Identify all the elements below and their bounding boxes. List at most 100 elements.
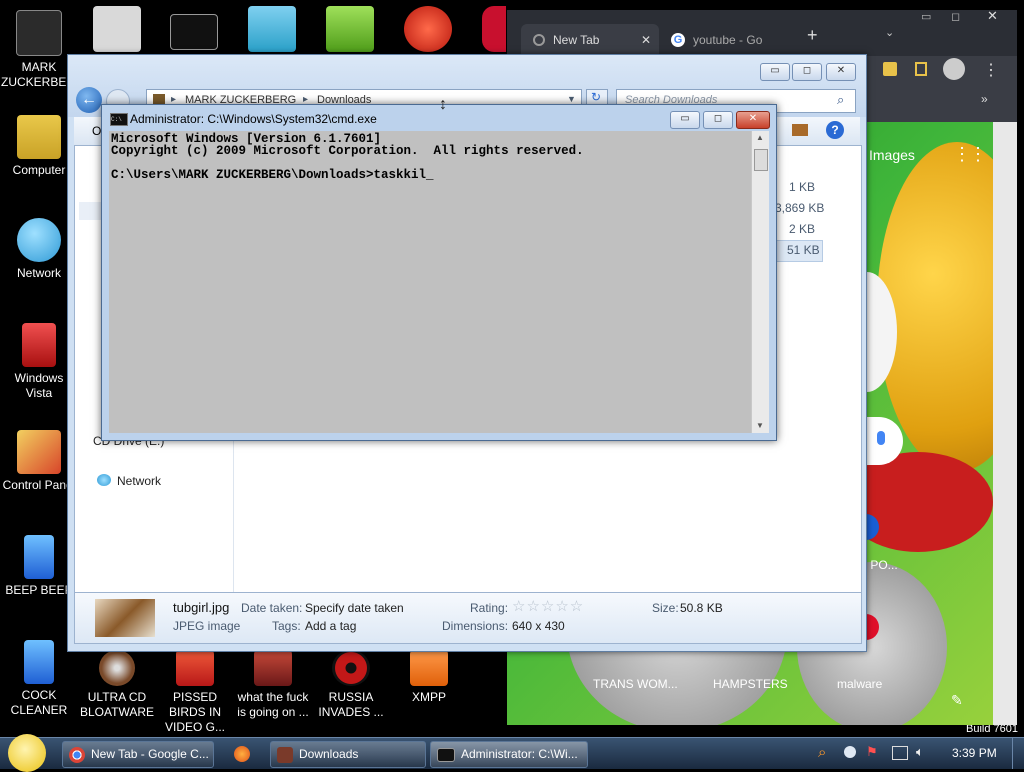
desktop-icon-xmpp[interactable]: XMPP: [391, 650, 467, 705]
console-output[interactable]: Microsoft Windows [Version 6.1.7601] Copy…: [109, 131, 751, 433]
tab-title: youtube - Go: [693, 33, 763, 47]
burning-software-icon[interactable]: [248, 6, 296, 52]
chevron-down-icon[interactable]: ▼: [567, 94, 576, 104]
desktop-icon-network[interactable]: Network: [1, 218, 77, 281]
network-tray-icon[interactable]: [892, 746, 908, 760]
desktop-icon-control-panel[interactable]: Control Panel: [1, 430, 77, 493]
chrome-icon: [69, 746, 85, 763]
desktop-icon-label: XMPP: [411, 690, 446, 704]
desktop-icon-label: Network: [16, 266, 61, 280]
volume-icon[interactable]: 🔈︎: [916, 744, 924, 760]
taskbar-firefox-button[interactable]: [222, 741, 262, 766]
scroll-down-icon[interactable]: ▼: [756, 421, 764, 430]
p-app-icon[interactable]: [404, 6, 452, 52]
images-link[interactable]: Images: [869, 147, 915, 163]
shortcut-malware[interactable]: malware: [837, 677, 882, 691]
date-taken-label: Date taken:: [241, 601, 303, 615]
profile-avatar-icon[interactable]: [943, 58, 965, 80]
taskbar-explorer-button[interactable]: Downloads: [270, 741, 426, 768]
desktop-icon-ultra-cd[interactable]: ULTRA CD BLOATWARE: [79, 650, 155, 720]
minimize-button[interactable]: ▭: [670, 111, 700, 129]
preview-pane-icon[interactable]: [792, 124, 808, 136]
search-icon[interactable]: ⌕: [818, 744, 826, 761]
blue-app-icon: [24, 535, 54, 579]
help-icon[interactable]: ?: [826, 121, 844, 139]
network-icon: [97, 474, 111, 486]
microphone-icon[interactable]: [877, 431, 885, 445]
cmd-scrollbar[interactable]: ▲ ▼: [751, 131, 769, 433]
chevron-down-icon[interactable]: ⌄: [885, 26, 894, 39]
reading-list-icon[interactable]: [915, 62, 927, 76]
desktop-icon-cock-cleaner[interactable]: COCK CLEANER: [1, 640, 77, 718]
minimize-icon[interactable]: ▭: [921, 10, 931, 23]
file-type: JPEG image: [173, 619, 241, 633]
desktop-icon-computer[interactable]: Computer: [1, 115, 77, 178]
desktop-icon-mark-zuckerberg[interactable]: MARK ZUCKERBERG: [1, 10, 84, 90]
cmd-icon: [437, 747, 455, 762]
tray-icon[interactable]: [844, 746, 856, 758]
desktop-icon-label: BEEP BEEP: [5, 583, 73, 597]
file-size: 51 KB: [787, 243, 820, 257]
console-prompt-line[interactable]: C:\Users\MARK ZUCKERBERG\Downloads>taskk…: [111, 169, 751, 182]
more-menu-icon[interactable]: ⋮: [983, 60, 999, 80]
desktop-icon-label: Windows Vista: [14, 371, 64, 400]
rating-label: Rating:: [470, 601, 509, 615]
tab-new-tab[interactable]: New Tab ✕: [521, 24, 659, 56]
text-document-icon[interactable]: [93, 6, 141, 52]
tab-youtube-search[interactable]: G youtube - Go: [661, 24, 801, 56]
desktop-icon-windows-vista[interactable]: Windows Vista: [1, 323, 77, 401]
cd-disc-icon: [99, 650, 135, 686]
taskbar-chrome-button[interactable]: New Tab - Google C...: [62, 741, 214, 768]
organize-button[interactable]: O: [92, 124, 101, 138]
desktop-icon-what-the[interactable]: what the fuck is going on ...: [235, 650, 311, 720]
date-taken-value[interactable]: Specify date taken: [305, 601, 404, 615]
tags-value[interactable]: Add a tag: [305, 619, 356, 633]
red-app-icon[interactable]: [482, 6, 506, 52]
close-icon[interactable]: ✕: [987, 10, 998, 24]
cmd-shortcut-icon[interactable]: [170, 14, 218, 50]
file-size: 1 KB: [789, 180, 816, 194]
shortcut-trans-wom[interactable]: TRANS WOM...: [593, 677, 678, 691]
cmd-window[interactable]: C:\ Administrator: C:\Windows\System32\c…: [101, 104, 777, 441]
rating-stars[interactable]: ☆☆☆☆☆: [512, 597, 584, 615]
chrome-scrollbar[interactable]: [993, 122, 1017, 725]
taskbar-button-label: Downloads: [299, 747, 359, 761]
details-pane: tubgirl.jpg JPEG image Date taken: Speci…: [74, 593, 862, 644]
extension-puzzle-icon[interactable]: [883, 62, 897, 76]
network-globe-icon: [17, 218, 61, 262]
new-tab-button[interactable]: +: [807, 24, 818, 46]
close-icon[interactable]: ✕: [641, 24, 651, 56]
edit-pencil-icon[interactable]: ✎: [951, 692, 963, 709]
action-center-flag-icon[interactable]: ⚑: [866, 744, 878, 760]
maximize-button[interactable]: ◻: [792, 63, 822, 81]
close-button[interactable]: ✕: [826, 63, 856, 81]
maximize-icon[interactable]: ◻: [951, 10, 960, 23]
shortcut-hampsters[interactable]: HAMPSTERS: [713, 677, 788, 691]
clock[interactable]: 3:39 PM: [952, 746, 997, 760]
show-desktop-button[interactable]: [1012, 738, 1024, 769]
search-icon[interactable]: ⌕: [837, 92, 844, 108]
close-button[interactable]: ✕: [736, 111, 770, 129]
chevron-right-icon[interactable]: »: [981, 92, 988, 106]
desktop-icon-russia[interactable]: RUSSIA INVADES ...: [313, 650, 389, 720]
angry-birds-pig-icon: [254, 650, 292, 686]
nav-network[interactable]: Network: [117, 474, 161, 488]
desktop-icon-beep-beep[interactable]: BEEP BEEP: [1, 535, 77, 598]
user-folder-icon: [16, 10, 62, 56]
maximize-button[interactable]: ◻: [703, 111, 733, 129]
scroll-up-icon[interactable]: ▲: [756, 133, 764, 142]
start-button-smiley-icon[interactable]: [8, 734, 46, 772]
minimize-button[interactable]: ▭: [760, 63, 790, 81]
desktop-icon-pissed-birds[interactable]: PISSED BIRDS IN VIDEO G...: [157, 650, 233, 735]
scroll-thumb[interactable]: [754, 149, 768, 171]
maximize-icon: ◻: [713, 113, 723, 124]
cmd-icon: C:\: [110, 113, 128, 126]
cmd-title: Administrator: C:\Windows\System32\cmd.e…: [130, 112, 377, 126]
bad-piggies-icon[interactable]: [326, 6, 374, 52]
minimize-icon: ▭: [770, 65, 780, 76]
back-button[interactable]: ←: [76, 87, 102, 113]
size-label: Size:: [652, 601, 679, 615]
taskbar: New Tab - Google C... Downloads Administ…: [0, 734, 1024, 772]
google-g-icon: G: [671, 33, 685, 47]
taskbar-cmd-button[interactable]: Administrator: C:\Wi...: [430, 741, 588, 768]
